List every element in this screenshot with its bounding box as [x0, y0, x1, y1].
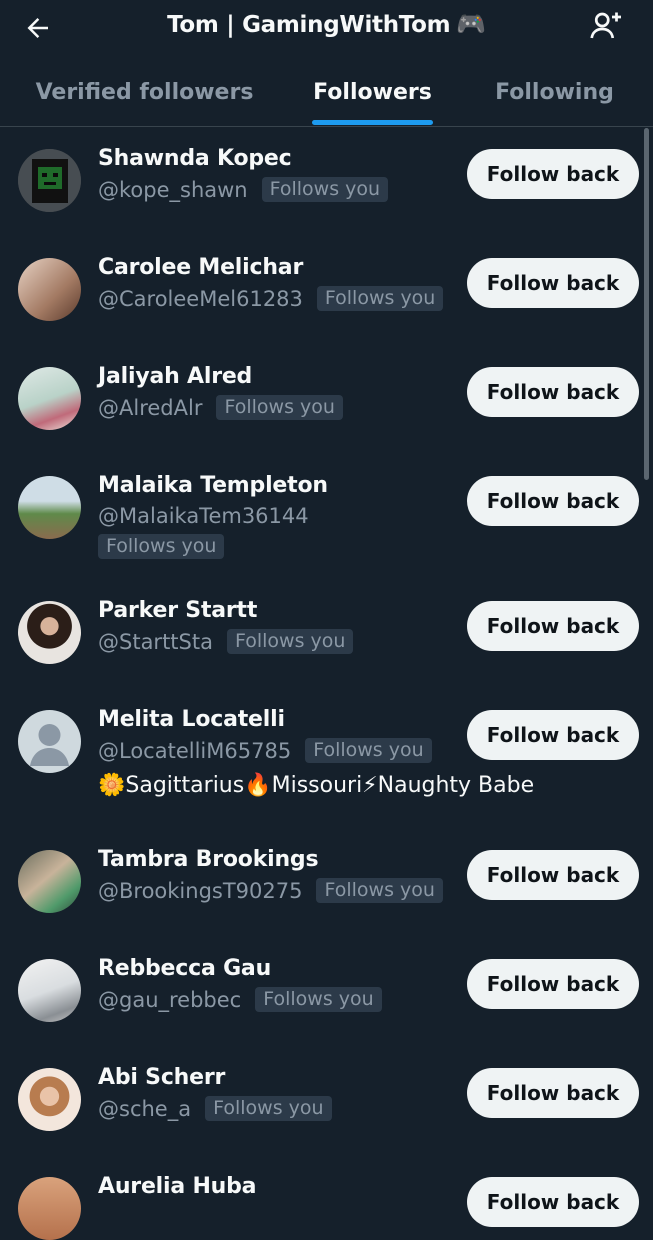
gamepad-icon: 🎮 — [456, 10, 486, 38]
follows-you-badge: Follows you — [261, 177, 389, 202]
follower-name[interactable]: Aurelia Huba — [98, 1174, 257, 1199]
add-user-button[interactable] — [584, 6, 628, 46]
top-bar: Tom | GamingWithTom 🎮 — [0, 0, 653, 58]
follower-name[interactable]: Malaika Templeton — [98, 473, 328, 498]
follower-name[interactable]: Tambra Brookings — [98, 847, 319, 872]
follow-back-button[interactable]: Follow back — [467, 959, 639, 1009]
follow-back-button[interactable]: Follow back — [467, 367, 639, 417]
avatar[interactable] — [18, 1177, 81, 1240]
follower-name[interactable]: Jaliyah Alred — [98, 364, 252, 389]
follower-name[interactable]: Carolee Melichar — [98, 255, 303, 280]
follow-back-button[interactable]: Follow back — [467, 850, 639, 900]
follows-you-badge: Follows you — [255, 987, 382, 1012]
avatar[interactable] — [18, 258, 81, 321]
follower-handle[interactable]: @LocatelliM65785 — [98, 739, 291, 763]
follower-name[interactable]: Melita Locatelli — [98, 707, 285, 732]
tab-followers[interactable]: Followers — [300, 58, 445, 126]
avatar[interactable] — [18, 476, 81, 539]
handle-line: @gau_rebbec Follows you — [98, 987, 382, 1012]
follows-you-badge: Follows you — [216, 395, 343, 420]
page-title-text: Tom | GamingWithTom — [167, 12, 451, 38]
active-tab-indicator — [312, 120, 433, 125]
handle-line: @AlredAlr Follows you — [98, 395, 343, 420]
avatar[interactable] — [18, 959, 81, 1022]
follow-back-button[interactable]: Follow back — [467, 258, 639, 308]
handle-line: @kope_shawn Follows you — [98, 177, 389, 202]
tab-bar: Verified followers Followers Following — [0, 58, 653, 127]
follower-handle[interactable]: @gau_rebbec — [98, 988, 241, 1012]
follower-handle[interactable]: @StarttSta — [98, 630, 213, 654]
follow-back-button[interactable]: Follow back — [467, 476, 639, 526]
handle-line: @BrookingsT90275 Follows you — [98, 878, 443, 903]
handle-line: @CaroleeMel61283 Follows you — [98, 286, 444, 311]
scrollbar[interactable] — [644, 128, 649, 480]
handle-line: @sche_a Follows you — [98, 1096, 332, 1121]
follower-handle[interactable]: @MalaikaTem36144 — [98, 504, 309, 528]
follower-handle[interactable]: @sche_a — [98, 1097, 191, 1121]
handle-line: @LocatelliM65785 Follows you — [98, 738, 432, 763]
follows-you-badge: Follows you — [305, 738, 432, 763]
follows-you-badge: Follows you — [226, 629, 354, 654]
follower-name[interactable]: Rebbecca Gau — [98, 956, 271, 981]
handle-line: @MalaikaTem36144 — [98, 504, 309, 528]
tab-label: Verified followers — [35, 79, 254, 105]
avatar[interactable] — [18, 367, 81, 430]
avatar[interactable] — [18, 601, 81, 664]
follows-you-badge: Follows you — [205, 1096, 332, 1121]
follower-handle[interactable]: @AlredAlr — [98, 396, 202, 420]
tab-label: Following — [495, 79, 614, 105]
follower-handle[interactable]: @kope_shawn — [98, 178, 248, 202]
follows-you-badge: Follows you — [316, 286, 444, 311]
follower-handle[interactable]: @CaroleeMel61283 — [98, 287, 303, 311]
badge-line: Follows you — [98, 534, 225, 559]
follow-back-button[interactable]: Follow back — [467, 1068, 639, 1118]
follower-bio: 🌼Sagittarius🔥Missouri⚡Naughty Babe — [98, 773, 535, 798]
tab-following[interactable]: Following — [482, 58, 627, 126]
follower-name[interactable]: Shawnda Kopec — [98, 146, 292, 171]
follows-you-badge: Follows you — [98, 534, 225, 559]
avatar[interactable] — [18, 710, 81, 773]
follow-back-button[interactable]: Follow back — [467, 149, 639, 199]
add-user-icon — [590, 12, 621, 39]
handle-line: @StarttSta Follows you — [98, 629, 354, 654]
follow-back-button[interactable]: Follow back — [467, 601, 639, 651]
follower-name[interactable]: Abi Scherr — [98, 1065, 225, 1090]
follower-name[interactable]: Parker Startt — [98, 598, 257, 623]
follower-handle[interactable]: @BrookingsT90275 — [98, 879, 302, 903]
follows-you-badge: Follows you — [316, 878, 443, 903]
page-title: Tom | GamingWithTom 🎮 — [0, 10, 653, 38]
avatar[interactable] — [18, 1068, 81, 1131]
follow-back-button[interactable]: Follow back — [467, 710, 639, 760]
avatar[interactable] — [18, 149, 81, 212]
tab-label: Followers — [313, 79, 432, 105]
tab-verified-followers[interactable]: Verified followers — [22, 58, 267, 126]
default-avatar-icon — [30, 724, 69, 766]
follow-back-button[interactable]: Follow back — [467, 1177, 639, 1227]
avatar[interactable] — [18, 850, 81, 913]
